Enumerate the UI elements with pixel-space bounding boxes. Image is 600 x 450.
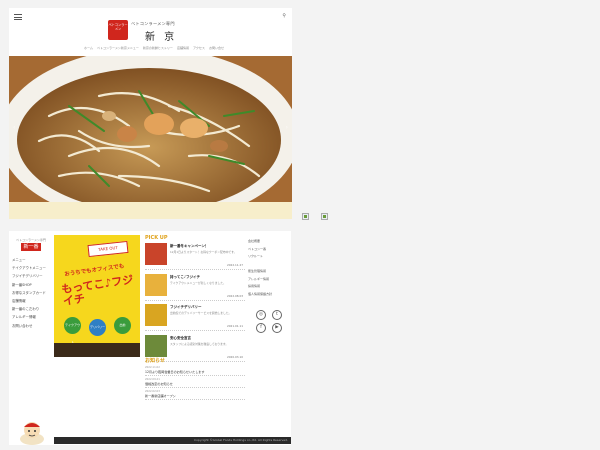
site-title[interactable]: 新 京 [145, 28, 177, 43]
pickup-list: 新一番冬キャンペーン！ 12月1日よりスタート！お得なクーポン配布中です。 20… [145, 241, 245, 363]
top-page: ⚲ ベトコンラーメン ベトコンラーメン専門 新 京 ホーム ベトコンラーメン新京… [9, 8, 292, 219]
menu-icon[interactable] [14, 14, 22, 20]
mascot-icon [20, 422, 44, 445]
sidebar-item-delivery[interactable]: フジイチデリバリー [12, 273, 46, 281]
logo-badge[interactable]: ベトコンラーメン [108, 20, 128, 40]
pickup-title: フジイチデリバリー [170, 305, 202, 309]
pickup-body: 12月1日よりスタート！お得なクーポン配布中です。 [170, 250, 237, 254]
hero-ramen-image: ‹ › [9, 56, 292, 202]
sidebar-item-stores[interactable]: 店舗情報 [12, 298, 46, 306]
right-links: 会社概要 ベトコン一番 リクルート 衛生管理情報 アレルギー情報 採用情報 個人… [248, 239, 290, 299]
pickup-thumbnail [145, 243, 167, 265]
link-allergy[interactable]: アレルギー情報 [248, 277, 290, 285]
hero-next-icon[interactable]: › [286, 124, 288, 131]
link-privacy[interactable]: 個人情報保護方針 [248, 292, 290, 300]
pickup-thumbnail [145, 304, 167, 326]
logo-caption: ベトコンラーメン専門 [131, 21, 175, 26]
link-hygiene[interactable]: 衛生管理情報 [248, 269, 290, 277]
nav-access[interactable]: アクセス [193, 46, 205, 50]
sidebar-item-allergy[interactable]: アレルギー情報 [12, 314, 46, 322]
sidebar-item-stamp[interactable]: お得なスタンプカード [12, 290, 46, 298]
sidebar-logo[interactable]: 新一番 [21, 243, 41, 251]
hero-prev-icon[interactable]: ‹ [13, 124, 15, 131]
sidebar-item-commitment[interactable]: 新一番のこだわり [12, 306, 46, 314]
pickup-title: 持ってこ♪フジイチ [170, 274, 201, 279]
takeout-banner[interactable]: TAKE OUT おうちでもオフィスでも もってこ♪フジイチ テイクアウト デリ… [54, 235, 140, 357]
news-item[interactable]: 2022.11.02 12月より臨時営業日のお知らせいたします [145, 364, 245, 376]
badge-delivery: デリバリー [89, 319, 106, 336]
sidebar: ベトコンラーメン専門 新一番 メニュー テイクアウトメニュー フジイチデリバリー… [9, 231, 53, 445]
hero-caption-strip [9, 202, 292, 219]
pickup-item[interactable]: 持ってこ♪フジイチ テイクアウトメニューが新しくなりました。 2022.08.0… [145, 272, 245, 301]
news-text: 12月より臨時営業日のお知らせいたします [145, 369, 205, 374]
news-item[interactable]: 2022.09.21 価格改定のお知らせ [145, 376, 245, 388]
pickup-body: テイクアウトメニューが新しくなりました。 [170, 280, 226, 285]
news-text: 新一番新店舗オープン [145, 393, 176, 398]
social-links: ◎ t f ▶ [256, 310, 286, 333]
link-company[interactable]: 会社概要 [248, 239, 290, 247]
sidebar-item-menu[interactable]: メニュー [12, 257, 46, 265]
news-list: 2022.11.02 12月より臨時営業日のお知らせいたします 2022.09.… [145, 364, 245, 400]
nav-shop[interactable]: 店舗情報 [177, 46, 189, 50]
twitter-icon[interactable]: t [272, 310, 282, 320]
takeout-tag: TAKE OUT [87, 240, 129, 258]
pickup-item[interactable]: 新一番冬キャンペーン！ 12月1日よりスタート！お得なクーポン配布中です。 20… [145, 241, 245, 270]
link-betokon[interactable]: ベトコン一番 [248, 247, 290, 255]
pickup-date: 2022.11.27 [226, 263, 243, 267]
pickup-date: 2020.03.10 [226, 354, 243, 359]
pickup-thumbnail [145, 273, 167, 296]
sidebar-menu: メニュー テイクアウトメニュー フジイチデリバリー 新一番SHOP お得なスタン… [12, 257, 46, 331]
sidebar-item-contact[interactable]: お問い合わせ [12, 323, 46, 331]
pickup-date: 2022.08.03 [226, 293, 243, 298]
nav-history[interactable]: 新京の新鮮ヒストリー [143, 46, 173, 50]
sidebar-item-takeout[interactable]: テイクアウトメニュー [12, 265, 46, 273]
pickup-body: スタッフによる感染対策を徹底しております。 [170, 341, 229, 346]
facebook-icon[interactable]: f [256, 323, 266, 333]
sidebar-logo-caption: ベトコンラーメン専門 [16, 238, 46, 242]
nav-menu[interactable]: ベトコンラーメン新京メニュー [97, 46, 139, 50]
link-careers[interactable]: 採用情報 [248, 284, 290, 292]
broken-image-icon [321, 213, 328, 220]
broken-image-icon [302, 213, 309, 220]
pickup-date: 2021.01.11 [226, 324, 243, 328]
nav-contact[interactable]: お問い合せ [209, 46, 224, 50]
pickup-item[interactable]: フジイチデリバリー 出前館でのデリバリーサービスを開始しました。 2021.01… [145, 302, 245, 331]
youtube-icon[interactable]: ▶ [272, 323, 282, 333]
news-text: 価格改定のお知らせ [145, 381, 173, 386]
sidebar-item-shop[interactable]: 新一番SHOP [12, 282, 46, 290]
global-nav: ホーム ベトコンラーメン新京メニュー 新京の新鮮ヒストリー 店舗情報 アクセス … [84, 46, 224, 50]
search-icon[interactable]: ⚲ [282, 13, 286, 19]
content-area: ベトコンラーメン専門 新一番 メニュー テイクアウトメニュー フジイチデリバリー… [9, 231, 291, 445]
news-item[interactable]: 2022.02.03 新一番新店舗オープン [145, 388, 245, 400]
instagram-icon[interactable]: ◎ [256, 310, 266, 320]
footer-copyright: Copyright ©Global Foods Holdings co.,ltd… [54, 437, 291, 444]
badge-demae: 出前 [114, 317, 131, 334]
pickup-thumbnail [145, 334, 167, 357]
banner-headline: もってこ♪フジイチ [60, 273, 135, 309]
banner-food-strip [54, 343, 140, 357]
badge-takeout: テイクアウト [64, 317, 81, 344]
pickup-body: 出前館でのデリバリーサービスを開始しました。 [170, 311, 232, 315]
pickup-title: 安心安全宣言 [170, 335, 191, 340]
pickup-title: 新一番冬キャンペーン！ [170, 244, 209, 248]
nav-home[interactable]: ホーム [84, 46, 93, 50]
news-heading: お知らせ [145, 358, 165, 364]
link-recruit[interactable]: リクルート [248, 254, 290, 262]
